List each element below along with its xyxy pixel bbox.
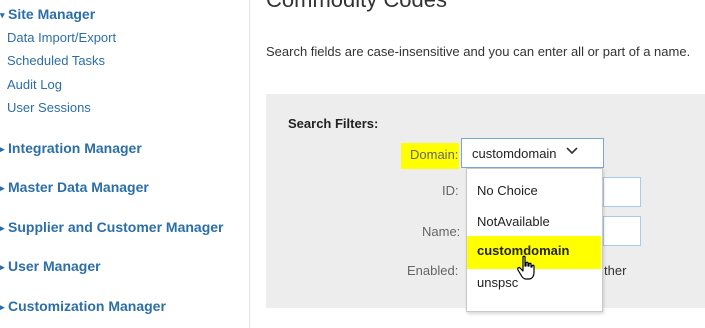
id-input[interactable] <box>603 177 641 207</box>
nav-item-data-import-export[interactable]: Data Import/Export <box>7 30 116 45</box>
nav-user-manager[interactable]: ▸ User Manager <box>0 258 101 274</box>
domain-dropdown-list: No Choice NotAvailable customdomain unsp… <box>466 168 603 312</box>
domain-label: Domain: <box>410 147 459 162</box>
collapsed-caret-icon: ▸ <box>0 262 5 272</box>
domain-selected-value: customdomain <box>472 146 557 161</box>
collapsed-caret-icon: ▸ <box>0 302 5 312</box>
enabled-label: Enabled: <box>407 263 459 278</box>
nav-label: User Manager <box>8 258 101 274</box>
name-label: Name: <box>422 224 461 239</box>
intro-text: Search fields are case-insensitive and y… <box>266 44 691 59</box>
nav-integration-manager[interactable]: ▸ Integration Manager <box>0 140 142 156</box>
chevron-down-icon <box>566 147 578 155</box>
domain-option-no-choice[interactable]: No Choice <box>477 183 538 198</box>
domain-option-unspsc[interactable]: unspsc <box>477 275 518 290</box>
expanded-caret-icon: ▾ <box>0 10 5 20</box>
nav-item-scheduled-tasks[interactable]: Scheduled Tasks <box>7 53 105 68</box>
collapsed-caret-icon: ▸ <box>0 223 5 233</box>
nav-label: Master Data Manager <box>8 179 149 195</box>
nav-label: Site Manager <box>8 6 96 22</box>
domain-option-notavailable[interactable]: NotAvailable <box>477 214 550 229</box>
domain-select[interactable]: customdomain <box>461 138 604 168</box>
hand-pointer-icon <box>517 255 535 280</box>
sidebar: ▾ Site Manager Data Import/Export Schedul… <box>0 0 250 328</box>
collapsed-caret-icon: ▸ <box>0 144 5 154</box>
nav-item-audit-log[interactable]: Audit Log <box>7 77 62 92</box>
enabled-option-label[interactable]: ther <box>604 263 626 278</box>
id-label: ID: <box>442 183 459 198</box>
search-filters-heading: Search Filters: <box>288 116 379 131</box>
nav-label: Customization Manager <box>8 298 166 314</box>
collapsed-caret-icon: ▸ <box>0 183 5 193</box>
nav-site-manager[interactable]: ▾ Site Manager <box>0 6 95 22</box>
name-input[interactable] <box>603 216 641 246</box>
nav-customization-manager[interactable]: ▸ Customization Manager <box>0 298 166 314</box>
nav-master-data-manager[interactable]: ▸ Master Data Manager <box>0 179 149 195</box>
nav-label: Integration Manager <box>8 140 142 156</box>
page-title: Commodity Codes <box>266 0 447 13</box>
nav-label: Supplier and Customer Manager <box>8 219 224 235</box>
nav-supplier-customer-manager[interactable]: ▸ Supplier and Customer Manager <box>0 219 223 235</box>
nav-item-user-sessions[interactable]: User Sessions <box>7 100 91 115</box>
